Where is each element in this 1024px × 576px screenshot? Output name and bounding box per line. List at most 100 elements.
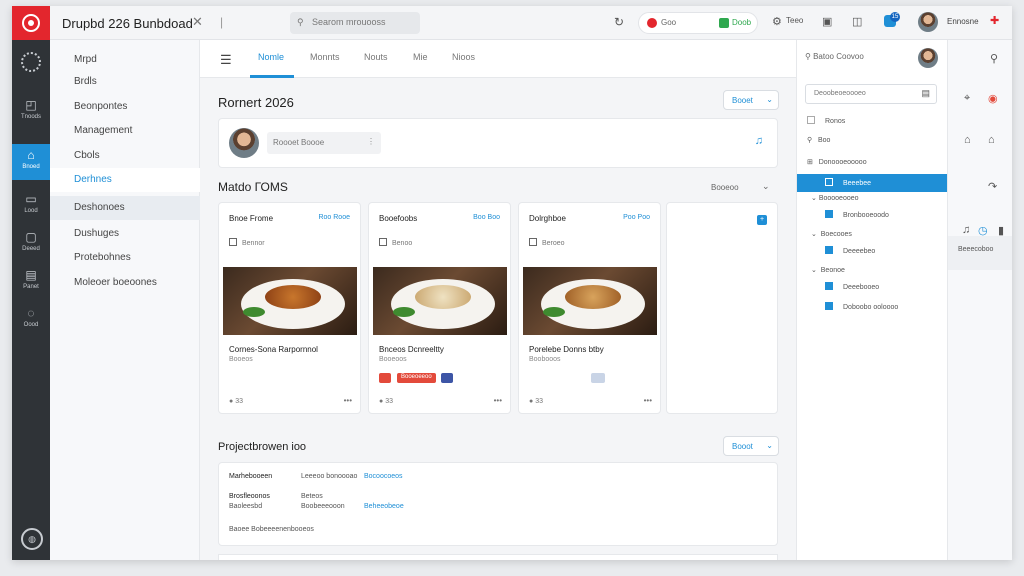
active-tab-indicator	[250, 75, 294, 78]
more-icon[interactable]: •••	[494, 396, 502, 405]
card-meta: Boo Boo	[473, 214, 500, 221]
status-badge[interactable]: Roooeooo	[547, 373, 583, 383]
sidebar-item[interactable]: Mrpd	[50, 48, 200, 72]
tab-home[interactable]: Nomle	[258, 52, 284, 62]
calendar-icon: ▤	[921, 88, 930, 98]
redo-icon[interactable]: ↷	[988, 180, 997, 193]
profile-input[interactable]: Roooet Boooe ⋮	[267, 132, 381, 154]
tag-badge[interactable]: Eo	[291, 373, 306, 383]
more-icon[interactable]: •••	[644, 396, 652, 405]
card-footer-count: ● 33	[379, 398, 393, 405]
sidebar-item[interactable]: Dushuges	[50, 222, 200, 246]
robot-icon[interactable]: ◍	[21, 528, 43, 550]
table-link[interactable]: Bocoocoeos	[364, 473, 403, 480]
chevron-down-icon[interactable]: ⌄	[762, 181, 770, 192]
panel-search[interactable]: ⚲ Batoo Coovoo	[805, 52, 864, 61]
recipe-card[interactable]: Bnoe Frome Roo Rooe Bennor Cornes-Sona R…	[218, 202, 361, 414]
home-icon[interactable]: ⌂	[964, 134, 971, 146]
card-category-label: Beroeo	[542, 240, 565, 247]
sort-label[interactable]: Booeoo	[711, 183, 739, 192]
menu-dots-icon[interactable]	[21, 52, 41, 72]
status-pill[interactable]: Goo Doob	[638, 12, 758, 34]
sidebar-toggle-icon[interactable]: ▮	[998, 224, 1004, 237]
reload-icon[interactable]: ↻	[614, 15, 624, 29]
checkbox[interactable]	[825, 282, 833, 290]
card-category: Benoo	[379, 238, 412, 247]
avatar[interactable]	[918, 48, 938, 68]
card-desc: Boobooos	[529, 356, 561, 363]
drupal-logo[interactable]	[12, 6, 50, 40]
top-search-input[interactable]: ⚲ Searom mrouooss	[290, 12, 420, 34]
bell-icon[interactable]: ♫	[755, 135, 763, 147]
tag-badge[interactable]	[441, 373, 453, 383]
sidebar-item[interactable]: Deshonoes	[50, 196, 200, 220]
checkbox[interactable]	[825, 178, 833, 186]
add-card[interactable]: +	[666, 202, 778, 414]
status-badge[interactable]: Booeoeeoo	[397, 373, 436, 383]
sidebar-item[interactable]: Brdls	[50, 70, 200, 94]
rail-item-1[interactable]: ◰ Tnoods	[12, 94, 50, 130]
sidebar-item[interactable]: Moleoer boeoones	[50, 271, 200, 295]
icon-rail: ◰ Tnoods ⌂ Bnoed ▭ Lood ▢ Deeed ▤ Panet ◌ Oood…	[12, 40, 50, 560]
sidebar-item[interactable]: Beonpontes	[50, 95, 200, 119]
checkbox[interactable]	[807, 116, 815, 124]
panel-row[interactable]: Doboobo ooloooo	[797, 300, 947, 318]
briefcase-icon[interactable]: ◫	[852, 15, 862, 28]
panel-row-active[interactable]: Beeebee	[797, 174, 947, 192]
tab-3[interactable]: Nouts	[364, 52, 388, 62]
page-title: Rornert 2026	[218, 95, 294, 110]
alert-icon[interactable]: ◉	[988, 92, 998, 105]
sidebar-item-active[interactable]: Derhnes	[50, 168, 200, 192]
card-name: Porelebe Donns btby	[529, 345, 604, 354]
tab-2[interactable]: Monnts	[310, 52, 340, 62]
checkbox[interactable]	[825, 210, 833, 218]
gear-icon[interactable]: ⚙	[772, 15, 782, 28]
rail-item-5[interactable]: ▤ Panet	[12, 264, 50, 300]
clipboard-icon[interactable]: ▣	[822, 15, 832, 28]
avatar[interactable]	[229, 128, 259, 158]
more-icon[interactable]: •••	[344, 396, 352, 405]
clock-icon[interactable]: ◷	[978, 224, 988, 237]
panel-row[interactable]: Deeeebeo	[797, 244, 947, 262]
panel-search-row[interactable]: ⚲ Boo	[797, 136, 947, 154]
tag-badge[interactable]	[591, 373, 605, 383]
panel-row-label: Booooeooeo	[818, 195, 859, 202]
tab-5[interactable]: Nioos	[452, 52, 475, 62]
rail-item-3[interactable]: ▭ Lood	[12, 188, 50, 224]
avatar[interactable]	[918, 12, 938, 32]
checkbox[interactable]	[825, 246, 833, 254]
close-icon[interactable]: ✕	[192, 14, 203, 30]
sidebar-item[interactable]: Management	[50, 119, 200, 143]
section-title: Matdo ГОМS	[218, 180, 288, 194]
checkbox[interactable]	[825, 302, 833, 310]
tab-separator: |	[220, 15, 224, 29]
panel-filter-input[interactable]: Deoobeoeoooeo ▤	[805, 84, 937, 104]
rail-item-6[interactable]: ◌ Oood	[12, 302, 50, 338]
recipe-card[interactable]: Dolrghboe Poo Poo Beroeo Porelebe Donns …	[518, 202, 661, 414]
tab-4[interactable]: Mie	[413, 52, 428, 62]
table-cell: Baoleesbd	[229, 503, 263, 510]
rail-item-2[interactable]: ⌂ Bnoed	[12, 144, 50, 180]
sidebar-item[interactable]: Protebohnes	[50, 246, 200, 270]
sidebar-item[interactable]: Cbols	[50, 144, 200, 168]
house-icon[interactable]: ⌂	[988, 134, 995, 146]
person-icon[interactable]: ⚲	[990, 52, 998, 65]
menu-icon[interactable]: ☰	[220, 52, 232, 68]
heading-dropdown[interactable]: Booet ⌄	[723, 90, 779, 110]
panel-row[interactable]: Bronbooeoodo	[797, 208, 947, 226]
project-dropdown[interactable]: Booot ⌄	[723, 436, 779, 456]
user-name[interactable]: Ennosne	[947, 17, 979, 26]
gift-icon[interactable]: ✚	[990, 14, 999, 27]
bell-icon[interactable]: ♫	[962, 224, 970, 236]
status-badge[interactable]: Roeoeoeo	[247, 373, 283, 383]
table-cell: Boobeeeooon	[301, 503, 345, 510]
rail-item-4[interactable]: ▢ Deeed	[12, 226, 50, 262]
panel-row[interactable]: Ronos	[797, 116, 947, 134]
recipe-card[interactable]: Booefoobs Boo Boo Benoo Bnceos Dcnreeltt…	[368, 202, 511, 414]
drop-icon	[22, 14, 40, 32]
panel-row[interactable]: Deeebooeo	[797, 280, 947, 298]
pin-icon[interactable]: ⌖	[964, 92, 970, 105]
add-icon[interactable]: +	[757, 215, 767, 225]
table-link[interactable]: Beheeobeoe	[364, 503, 404, 510]
chat-icon: ▢	[25, 230, 37, 244]
